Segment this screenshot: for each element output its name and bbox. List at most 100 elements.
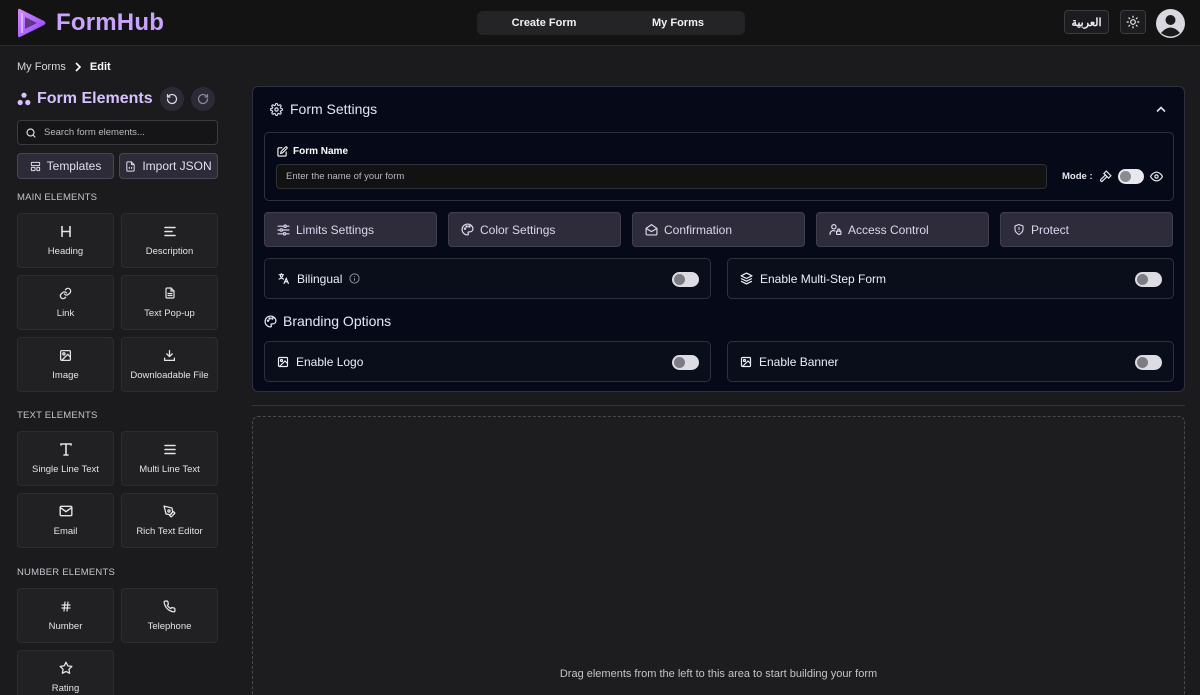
- element-heading[interactable]: Heading: [17, 213, 114, 268]
- sidebar-heading: Form Elements: [37, 90, 153, 107]
- limits-settings-button[interactable]: Limits Settings: [264, 212, 437, 247]
- main-nav: Create Form My Forms: [477, 11, 745, 35]
- hammer-icon: [1099, 170, 1112, 183]
- element-description[interactable]: Description: [121, 213, 218, 268]
- breadcrumb-my-forms[interactable]: My Forms: [17, 61, 66, 73]
- form-settings-panel: Form Settings Form Name Mode : Limits Se…: [252, 86, 1185, 392]
- multi-step-option: Enable Multi-Step Form: [727, 258, 1174, 299]
- file-json-icon: [126, 160, 135, 172]
- multi-step-label: Enable Multi-Step Form: [760, 271, 887, 286]
- element-email[interactable]: Email: [17, 493, 114, 548]
- eye-icon: [1149, 171, 1163, 182]
- link-icon: [59, 287, 72, 299]
- section-text-elements: TEXT ELEMENTS: [17, 410, 98, 421]
- element-downloadable-file[interactable]: Downloadable File: [121, 337, 218, 392]
- element-telephone[interactable]: Telephone: [121, 588, 218, 643]
- heading-icon: [60, 225, 71, 237]
- redo-button[interactable]: [191, 87, 215, 111]
- chevron-up-icon[interactable]: [1155, 103, 1167, 115]
- sliders-icon: [277, 223, 290, 236]
- type-icon: [59, 442, 72, 456]
- phone-icon: [163, 599, 176, 613]
- import-json-button[interactable]: Import JSON: [119, 153, 218, 179]
- element-number[interactable]: Number: [17, 588, 114, 643]
- form-settings-title: Form Settings: [290, 101, 378, 117]
- chevron-right-icon: [75, 62, 82, 72]
- theme-toggle-button[interactable]: [1120, 10, 1146, 34]
- enable-banner-toggle[interactable]: [1135, 355, 1162, 370]
- edit-icon: [277, 146, 288, 157]
- element-single-line-text[interactable]: Single Line Text: [17, 431, 114, 486]
- confirmation-button[interactable]: Confirmation: [632, 212, 805, 247]
- form-name-section: Form Name Mode :: [264, 132, 1174, 201]
- info-icon[interactable]: [349, 273, 360, 284]
- redo-icon: [197, 93, 209, 105]
- form-settings-header[interactable]: Form Settings: [270, 101, 377, 117]
- hash-icon: [60, 600, 71, 612]
- element-multi-line-text[interactable]: Multi Line Text: [121, 431, 218, 486]
- mail-open-icon: [645, 224, 658, 236]
- panel-divider: [252, 405, 1185, 406]
- mode-label: Mode :: [1062, 171, 1093, 182]
- mail-icon: [58, 505, 73, 517]
- pen-tool-icon: [163, 504, 176, 518]
- undo-button[interactable]: [160, 87, 184, 111]
- image-icon: [277, 356, 289, 367]
- user-lock-icon: [829, 224, 842, 235]
- import-json-label: Import JSON: [142, 159, 212, 173]
- brand-name: FormHub: [56, 9, 165, 36]
- layout-template-icon: [30, 161, 40, 171]
- nav-my-forms[interactable]: My Forms: [611, 11, 745, 35]
- search-input[interactable]: [44, 127, 214, 138]
- bilingual-toggle[interactable]: [672, 272, 699, 287]
- element-search[interactable]: [17, 120, 218, 145]
- image-icon: [59, 349, 72, 361]
- templates-button[interactable]: Templates: [17, 153, 114, 179]
- form-canvas-drop-zone[interactable]: Drag elements from the left to this area…: [252, 416, 1185, 695]
- formhub-logo-icon: [18, 8, 46, 38]
- section-number-elements: NUMBER ELEMENTS: [17, 567, 116, 578]
- star-icon: [59, 661, 72, 674]
- element-rating[interactable]: Rating: [17, 650, 114, 695]
- shield-icon: [1014, 223, 1024, 236]
- form-name-label: Form Name: [277, 146, 348, 157]
- mode-switcher: Mode :: [1062, 169, 1163, 184]
- element-rich-text-editor[interactable]: Rich Text Editor: [121, 493, 218, 548]
- download-icon: [163, 349, 176, 361]
- undo-icon: [166, 93, 178, 105]
- element-image[interactable]: Image: [17, 337, 114, 392]
- access-control-button[interactable]: Access Control: [816, 212, 989, 247]
- mode-toggle[interactable]: [1117, 169, 1144, 184]
- form-name-input[interactable]: [276, 164, 1047, 189]
- breadcrumb-edit: Edit: [89, 61, 111, 73]
- languages-icon: [278, 273, 289, 284]
- palette-icon: [264, 314, 277, 328]
- color-settings-button[interactable]: Color Settings: [448, 212, 621, 247]
- protect-button[interactable]: Protect: [1000, 212, 1173, 247]
- brand-logo[interactable]: FormHub: [17, 7, 164, 39]
- drop-zone-hint: Drag elements from the left to this area…: [559, 668, 878, 680]
- sun-icon: [1126, 15, 1140, 29]
- element-text-popup[interactable]: Text Pop-up: [121, 275, 218, 330]
- enable-logo-label: Enable Logo: [296, 354, 364, 369]
- element-link[interactable]: Link: [17, 275, 114, 330]
- form-elements-sidebar: Form Elements Templates Import JSON MAIN…: [17, 86, 218, 695]
- search-icon: [26, 127, 36, 138]
- palette-icon: [461, 223, 474, 236]
- section-main-elements: MAIN ELEMENTS: [17, 192, 98, 203]
- sidebar-title: Form Elements: [17, 86, 218, 112]
- top-header: FormHub Create Form My Forms العربية: [0, 0, 1200, 46]
- bilingual-label: Bilingual: [297, 271, 343, 286]
- branding-options-heading: Branding Options: [264, 313, 391, 329]
- menu-lines-icon: [163, 444, 176, 454]
- shapes-icon: [17, 92, 31, 106]
- language-toggle-button[interactable]: العربية: [1064, 10, 1109, 34]
- user-avatar-icon[interactable]: [1156, 9, 1185, 38]
- enable-logo-toggle[interactable]: [672, 355, 699, 370]
- enable-banner-option: Enable Banner: [727, 341, 1174, 382]
- multi-step-toggle[interactable]: [1135, 272, 1162, 287]
- file-text-icon: [164, 287, 175, 299]
- bilingual-option: Bilingual: [264, 258, 711, 299]
- align-left-icon: [163, 226, 176, 236]
- nav-create-form[interactable]: Create Form: [477, 11, 611, 35]
